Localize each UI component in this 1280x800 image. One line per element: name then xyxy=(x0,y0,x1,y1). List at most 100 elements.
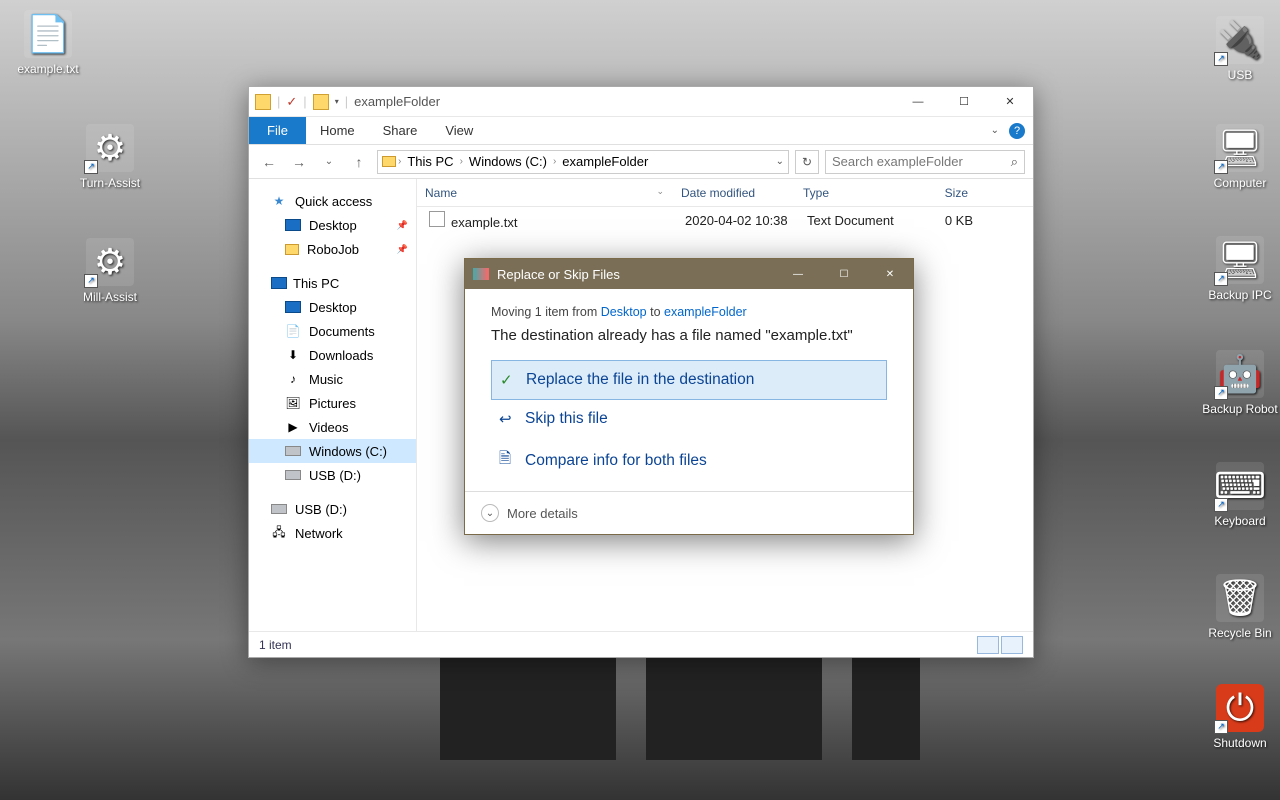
tab-view[interactable]: View xyxy=(431,117,487,144)
nav-network[interactable]: 🖧Network xyxy=(249,521,416,545)
folder-icon xyxy=(313,94,329,110)
crumb-drive[interactable]: Windows (C:) xyxy=(465,154,551,169)
crumb-this-pc[interactable]: This PC xyxy=(403,154,457,169)
nav-this-pc[interactable]: This PC xyxy=(249,271,416,295)
link-source[interactable]: Desktop xyxy=(601,305,647,319)
shortcut-arrow-icon: ↗ xyxy=(1214,52,1228,66)
nav-windows-c-[interactable]: Windows (C:) xyxy=(249,439,416,463)
dialog-title-bar: Replace or Skip Files — ☐ ✕ xyxy=(465,259,913,289)
dialog-icon xyxy=(473,268,489,280)
icon-label: Mill-Assist xyxy=(70,290,150,304)
dialog-footer: ⌄ More details xyxy=(465,491,913,534)
dialog-moving-text: Moving 1 item from Desktop to exampleFol… xyxy=(491,305,887,319)
icon-label: Backup Robot xyxy=(1200,402,1280,416)
desktop-mill-assist[interactable]: ⚙↗Mill-Assist xyxy=(70,238,150,304)
file-tab[interactable]: File xyxy=(249,117,306,144)
desktop-keyboard[interactable]: ⌨↗Keyboard xyxy=(1200,462,1280,528)
quick-access-save-icon[interactable]: ✓ xyxy=(286,94,297,110)
nav-documents[interactable]: 📄Documents xyxy=(249,319,416,343)
up-button[interactable]: ↑ xyxy=(347,150,371,174)
status-bar: 1 item xyxy=(249,631,1033,657)
window-title: exampleFolder xyxy=(354,94,440,109)
skip-icon: ↩ xyxy=(499,410,515,428)
option-skip[interactable]: ↩ Skip this file xyxy=(491,400,887,438)
address-dropdown-icon[interactable]: ⌄ xyxy=(776,156,784,167)
navigation-row: ← → ⌄ ↑ › This PC › Windows (C:) › examp… xyxy=(249,145,1033,179)
back-button[interactable]: ← xyxy=(257,150,281,174)
desktop-turn-assist[interactable]: ⚙↗Turn-Assist xyxy=(70,124,150,190)
explorer-title-bar: | ✓ | ▾ | exampleFolder — ☐ ✕ xyxy=(249,87,1033,117)
desktop-icon xyxy=(285,219,301,231)
nav-music[interactable]: ♪Music xyxy=(249,367,416,391)
item-count: 1 item xyxy=(259,638,292,652)
desktop-backup-ipc[interactable]: 🖥↗Backup IPC xyxy=(1200,236,1280,302)
nav-qa-desktop[interactable]: Desktop📌 xyxy=(249,213,416,237)
nav-videos[interactable]: ▶Videos xyxy=(249,415,416,439)
col-type[interactable]: Type xyxy=(795,186,913,200)
nav-usb-d-[interactable]: USB (D:) xyxy=(249,463,416,487)
file-icon xyxy=(429,211,445,227)
nav-pictures[interactable]: 🖼Pictures xyxy=(249,391,416,415)
search-icon: ⌕ xyxy=(1011,154,1018,170)
maximize-button[interactable]: ☐ xyxy=(941,87,987,117)
col-date[interactable]: Date modified xyxy=(673,186,795,200)
view-details-button[interactable] xyxy=(977,636,999,654)
pc-icon xyxy=(271,277,287,289)
more-details-label[interactable]: More details xyxy=(507,506,578,521)
tab-home[interactable]: Home xyxy=(306,117,369,144)
ribbon: File Home Share View ⌄ ? xyxy=(249,117,1033,145)
recent-locations-button[interactable]: ⌄ xyxy=(317,150,341,174)
icon-label: Computer xyxy=(1200,176,1280,190)
option-compare[interactable]: 🗎 Compare info for both files xyxy=(491,438,887,483)
close-button[interactable]: ✕ xyxy=(987,87,1033,117)
help-button[interactable]: ? xyxy=(1009,123,1025,139)
shortcut-arrow-icon: ↗ xyxy=(1214,720,1228,734)
shortcut-arrow-icon: ↗ xyxy=(1214,386,1228,400)
folder-icon xyxy=(285,244,299,255)
star-icon: ★ xyxy=(271,193,287,209)
nav-usb-d-[interactable]: USB (D:) xyxy=(249,497,416,521)
compare-icon: 🗎 xyxy=(499,448,515,473)
dialog-minimize-button[interactable]: — xyxy=(775,259,821,289)
col-name[interactable]: Name ⌄ xyxy=(417,186,673,200)
search-placeholder: Search exampleFolder xyxy=(832,154,963,169)
nav-desktop[interactable]: Desktop xyxy=(249,295,416,319)
check-icon: ✓ xyxy=(500,371,516,389)
desktop-usb[interactable]: 🔌↗USB xyxy=(1200,16,1280,82)
dialog-title: Replace or Skip Files xyxy=(497,267,620,282)
dialog-close-button[interactable]: ✕ xyxy=(867,259,913,289)
replace-skip-dialog: Replace or Skip Files — ☐ ✕ Moving 1 ite… xyxy=(464,258,914,535)
desktop-file-example[interactable]: 📄example.txt xyxy=(8,10,88,76)
folder-icon xyxy=(382,156,396,167)
nav-quick-access[interactable]: ★Quick access xyxy=(249,189,416,213)
search-box[interactable]: Search exampleFolder ⌕ xyxy=(825,150,1025,174)
desktop-recycle-bin[interactable]: 🗑Recycle Bin xyxy=(1200,574,1280,640)
view-icons-button[interactable] xyxy=(1001,636,1023,654)
desktop-computer[interactable]: 🖥↗Computer xyxy=(1200,124,1280,190)
pin-icon: 📌 xyxy=(397,220,408,231)
desktop-shutdown[interactable]: ⏻↗Shutdown xyxy=(1200,684,1280,750)
file-row[interactable]: example.txt2020-04-02 10:38Text Document… xyxy=(417,207,1033,233)
forward-button[interactable]: → xyxy=(287,150,311,174)
option-replace[interactable]: ✓ Replace the file in the destination xyxy=(491,360,887,400)
nav-downloads[interactable]: ⬇Downloads xyxy=(249,343,416,367)
dialog-message: The destination already has a file named… xyxy=(491,327,887,344)
shortcut-arrow-icon: ↗ xyxy=(1214,498,1228,512)
tab-share[interactable]: Share xyxy=(369,117,432,144)
dialog-maximize-button[interactable]: ☐ xyxy=(821,259,867,289)
link-destination[interactable]: exampleFolder xyxy=(664,305,747,319)
ribbon-expand-icon[interactable]: ⌄ xyxy=(991,125,999,136)
desktop-backup-robot[interactable]: 🤖↗Backup Robot xyxy=(1200,350,1280,416)
address-bar[interactable]: › This PC › Windows (C:) › exampleFolder… xyxy=(377,150,789,174)
refresh-button[interactable]: ↻ xyxy=(795,150,819,174)
nav-qa-robojob[interactable]: RoboJob📌 xyxy=(249,237,416,261)
minimize-button[interactable]: — xyxy=(895,87,941,117)
shortcut-arrow-icon: ↗ xyxy=(1214,160,1228,174)
col-size[interactable]: Size xyxy=(913,186,977,200)
icon-label: USB xyxy=(1200,68,1280,82)
expand-details-icon[interactable]: ⌄ xyxy=(481,504,499,522)
shortcut-arrow-icon: ↗ xyxy=(1214,272,1228,286)
crumb-folder[interactable]: exampleFolder xyxy=(558,154,652,169)
pin-icon: 📌 xyxy=(397,244,408,255)
icon-label: Recycle Bin xyxy=(1200,626,1280,640)
